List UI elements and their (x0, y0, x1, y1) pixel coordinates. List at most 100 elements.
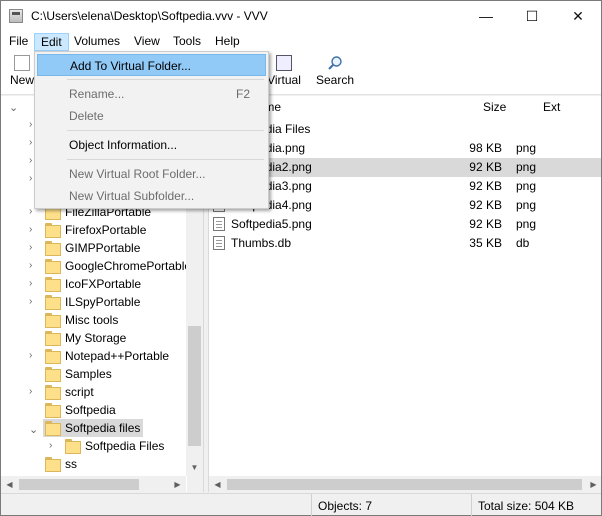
status-cell-empty (1, 494, 311, 516)
chevron-right-icon[interactable]: › (29, 386, 39, 398)
table-row[interactable]: Softpedia5.png 92 KB png (209, 215, 601, 234)
tree-item-label: FirefoxPortable (65, 223, 147, 237)
folder-icon (45, 421, 61, 436)
file-size: 92 KB (469, 179, 502, 193)
chevron-right-icon[interactable]: › (29, 260, 39, 272)
menu-item-add-to-virtual-folder[interactable]: Add To Virtual Folder... (37, 54, 266, 76)
tree-item-softpedia[interactable]: Softpedia (1, 401, 186, 419)
scrollbar-thumb[interactable] (188, 326, 201, 446)
menu-file[interactable]: File (3, 33, 34, 51)
minimize-button[interactable]: — (463, 1, 509, 31)
scroll-right-arrow-icon[interactable]: ▶ (169, 476, 186, 492)
scrollbar-corner (187, 476, 203, 492)
menu-item-new-virtual-root-folder[interactable]: New Virtual Root Folder... (37, 163, 266, 185)
file-size: 92 KB (469, 160, 502, 174)
tree-item-samples[interactable]: Samples (1, 365, 186, 383)
title-bar[interactable]: C:\Users\elena\Desktop\Softpedia.vvv - V… (1, 1, 601, 31)
status-bar: Objects: 7 Total size: 504 KB (1, 493, 601, 516)
tree-item-label: script (65, 385, 94, 399)
chevron-right-icon[interactable]: › (29, 278, 39, 290)
scrollbar-thumb[interactable] (19, 479, 139, 490)
menu-volumes[interactable]: Volumes (68, 33, 126, 51)
scroll-down-arrow-icon[interactable]: ▼ (186, 459, 203, 476)
tree-item-label: IcoFXPortable (65, 277, 142, 291)
chevron-right-icon[interactable]: › (29, 350, 39, 362)
scrollbar-thumb[interactable] (227, 479, 582, 490)
tree-item-label: GIMPPortable (65, 241, 141, 255)
chevron-right-icon[interactable]: › (49, 440, 59, 452)
tree-item-script[interactable]: › script (1, 383, 186, 401)
file-ext: png (516, 198, 537, 212)
list-horizontal-scrollbar[interactable]: ◀ ▶ (209, 476, 601, 492)
tree-item-firefoxportable[interactable]: › FirefoxPortable (1, 221, 186, 239)
tree-item-label: ILSpyPortable (65, 295, 141, 309)
folder-icon (45, 223, 61, 238)
menu-tools[interactable]: Tools (167, 33, 207, 51)
main-window: C:\Users\elena\Desktop\Softpedia.vvv - V… (0, 0, 602, 516)
table-row[interactable]: Thumbs.db 35 KB db (209, 234, 601, 253)
scroll-right-arrow-icon[interactable]: ▶ (585, 476, 601, 492)
menu-item-new-virtual-subfolder[interactable]: New Virtual Subfolder... (37, 185, 266, 207)
file-size: 92 KB (469, 217, 502, 231)
menu-view[interactable]: View (128, 33, 166, 51)
menu-separator (67, 79, 264, 80)
folder-icon (45, 367, 61, 382)
chevron-right-icon[interactable]: › (29, 242, 39, 254)
tree-item-notepadpp-portable[interactable]: › Notepad++Portable (1, 347, 186, 365)
menu-separator (67, 130, 264, 131)
chevron-right-icon[interactable]: › (29, 296, 39, 308)
tree-item-softpedia-files-child[interactable]: › Softpedia Files (1, 437, 186, 455)
window-title: C:\Users\elena\Desktop\Softpedia.vvv - V… (31, 9, 268, 23)
chevron-right-icon[interactable]: › (29, 224, 39, 236)
column-header-size[interactable]: Size (483, 96, 506, 118)
tree-item-gimpportable[interactable]: › GIMPPortable (1, 239, 186, 257)
menu-item-label: New Virtual Root Folder... (69, 167, 206, 181)
menu-item-label: New Virtual Subfolder... (69, 189, 195, 203)
maximize-button[interactable]: ☐ (509, 1, 555, 31)
collapse-icon[interactable]: ⌄ (29, 423, 38, 436)
tree-horizontal-scrollbar[interactable]: ◀ ▶ (1, 476, 186, 492)
tree-item-label: Notepad++Portable (65, 349, 170, 363)
tree-item-my-storage[interactable]: My Storage (1, 329, 186, 347)
folder-icon (45, 385, 61, 400)
search-label: Search (315, 73, 355, 87)
menu-item-label: Delete (69, 109, 104, 123)
file-size: 35 KB (469, 236, 502, 250)
tree-item-ilspyportable[interactable]: › ILSpyPortable (1, 293, 186, 311)
tree-item-label: Softpedia files (65, 421, 141, 435)
file-ext: db (516, 236, 530, 250)
tree-item-icofxportable[interactable]: › IcoFXPortable (1, 275, 186, 293)
scroll-left-arrow-icon[interactable]: ◀ (209, 476, 226, 492)
virtual-button[interactable]: Virtual (263, 53, 305, 93)
column-header-ext[interactable]: Ext (543, 96, 560, 118)
tree-item-softpedia-files[interactable]: Softpedia files (43, 419, 143, 437)
tree-item-googlechromeportable[interactable]: › GoogleChromePortable (1, 257, 191, 275)
close-button[interactable]: ✕ (555, 1, 601, 31)
virtual-label: Virtual (267, 73, 301, 87)
folder-icon (45, 331, 61, 346)
file-ext: png (516, 217, 537, 231)
collapse-icon[interactable]: ⌄ (9, 101, 19, 114)
file-name: Thumbs.db (231, 236, 292, 250)
tree-item-label: Samples (65, 367, 112, 381)
menu-edit[interactable]: Edit (34, 33, 69, 51)
menu-item-object-information[interactable]: Object Information... (37, 134, 266, 156)
tree-item-misc-tools[interactable]: Misc tools (1, 311, 186, 329)
edit-menu-dropdown: Add To Virtual Folder... Rename... F2 De… (34, 51, 269, 209)
menu-item-delete[interactable]: Delete (37, 105, 266, 127)
folder-icon (45, 349, 61, 364)
menu-item-rename[interactable]: Rename... F2 (37, 83, 266, 105)
folder-icon (45, 457, 61, 472)
new-button[interactable]: New (7, 53, 37, 93)
tree-item-ss[interactable]: ss (1, 455, 186, 473)
file-ext: png (516, 179, 537, 193)
status-objects: Objects: 7 (311, 494, 471, 516)
menu-help[interactable]: Help (209, 33, 246, 51)
file-ext: png (516, 141, 537, 155)
file-icon (213, 217, 225, 231)
tree-item-label: Misc tools (65, 313, 119, 327)
search-button[interactable]: Search (313, 53, 357, 93)
search-icon (328, 56, 342, 70)
scroll-left-arrow-icon[interactable]: ◀ (1, 476, 18, 492)
file-icon (213, 236, 225, 250)
